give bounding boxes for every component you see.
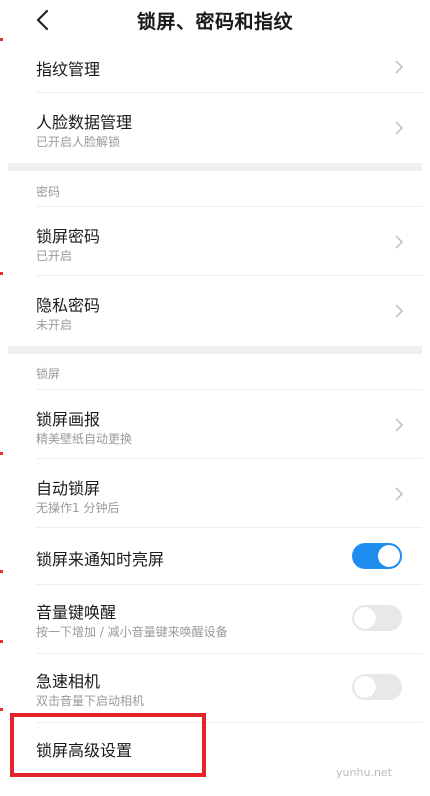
section-header-lockscreen: 锁屏: [36, 367, 61, 381]
watermark: yunhu.net: [336, 766, 392, 779]
quick-camera-item: 急速相机 双击音量下启动相机: [8, 654, 422, 722]
face-data-management-label: 人脸数据管理: [36, 113, 133, 132]
chevron-right-icon: [395, 418, 404, 432]
edge-mark: [0, 38, 3, 41]
page-title: 锁屏、密码和指纹: [136, 11, 293, 33]
face-data-status: 已开启人脸解锁: [36, 135, 121, 149]
fingerprint-management-label: 指纹管理: [36, 60, 101, 79]
lock-screen-password-item[interactable]: 锁屏密码 已开启: [8, 207, 422, 275]
edge-mark: [0, 452, 3, 455]
auto-lock-item[interactable]: 自动锁屏 无操作1 分钟后: [8, 459, 422, 527]
top-bar: 锁屏、密码和指纹: [0, 0, 430, 40]
highlight-annotation: [10, 713, 206, 777]
privacy-password-item[interactable]: 隐私密码 未开启: [8, 276, 422, 346]
quick-camera-desc: 双击音量下启动相机: [36, 694, 145, 708]
chevron-right-icon: [395, 487, 404, 501]
quick-camera-toggle[interactable]: [352, 674, 402, 700]
lock-screen-pictorial-label: 锁屏画报: [36, 410, 101, 429]
auto-lock-value: 无操作1 分钟后: [36, 501, 120, 515]
toggle-knob: [354, 607, 376, 629]
lock-screen-pictorial-item[interactable]: 锁屏画报 精美壁纸自动更换: [8, 390, 422, 458]
notification-wake-toggle[interactable]: [352, 543, 402, 569]
volume-key-wake-item: 音量键唤醒 按一下增加 / 减小音量键来唤醒设备: [8, 585, 422, 653]
privacy-password-label: 隐私密码: [36, 296, 101, 315]
chevron-right-icon: [395, 60, 404, 74]
chevron-right-icon: [395, 304, 404, 318]
lock-screen-password-label: 锁屏密码: [36, 227, 101, 246]
section-spacer: [8, 346, 422, 354]
edge-mark: [0, 570, 3, 573]
face-data-management-item[interactable]: 人脸数据管理 已开启人脸解锁: [8, 93, 422, 163]
fingerprint-management-item[interactable]: 指纹管理: [8, 40, 422, 92]
quick-camera-label: 急速相机: [36, 672, 101, 691]
section-header-password: 密码: [36, 185, 61, 199]
auto-lock-label: 自动锁屏: [36, 479, 101, 498]
edge-mark: [0, 708, 3, 711]
volume-key-wake-desc: 按一下增加 / 减小音量键来唤醒设备: [36, 625, 228, 639]
chevron-right-icon: [395, 121, 404, 135]
chevron-right-icon: [395, 235, 404, 249]
edge-mark: [0, 640, 3, 643]
lock-screen-password-status: 已开启: [36, 249, 73, 263]
toggle-knob: [354, 676, 376, 698]
notification-wake-label: 锁屏来通知时亮屏: [36, 550, 165, 569]
lock-screen-pictorial-desc: 精美壁纸自动更换: [36, 432, 133, 446]
section-spacer: [8, 163, 422, 171]
notification-wake-item: 锁屏来通知时亮屏: [8, 528, 422, 584]
volume-key-wake-toggle[interactable]: [352, 605, 402, 631]
volume-key-wake-label: 音量键唤醒: [36, 603, 117, 622]
edge-mark: [0, 272, 3, 275]
privacy-password-status: 未开启: [36, 318, 73, 332]
toggle-knob: [378, 545, 400, 567]
